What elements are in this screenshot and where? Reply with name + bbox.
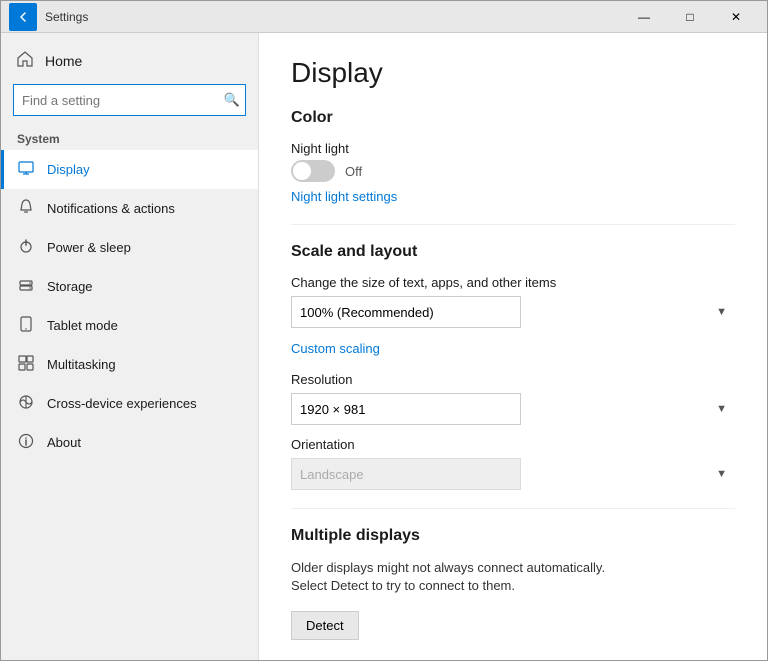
sidebar-item-cross-device[interactable]: Cross-device experiences [1,384,258,423]
adapter-link-wrapper: Display adapter properties [291,658,735,660]
custom-scaling-link[interactable]: Custom scaling [291,341,380,356]
power-icon [17,238,35,257]
toggle-knob [293,162,311,180]
storage-icon [17,277,35,296]
resolution-dropdown[interactable]: 1920 × 981 1920 × 1080 1280 × 720 [291,393,521,425]
divider-1 [291,224,735,225]
orientation-label: Orientation [291,437,735,452]
scale-dropdown-wrapper: 100% (Recommended) 125% 150% 175% ▼ [291,296,735,328]
sidebar-item-cross-device-label: Cross-device experiences [47,396,197,411]
resolution-label: Resolution [291,372,735,387]
night-light-settings-link[interactable]: Night light settings [291,189,397,204]
orientation-dropdown-wrapper: Landscape Portrait Landscape (flipped) P… [291,458,735,490]
sidebar-item-multitasking-label: Multitasking [47,357,116,372]
cross-device-icon [17,394,35,413]
tablet-icon [17,316,35,335]
home-label: Home [45,53,82,69]
about-icon [17,433,35,452]
sidebar-item-notifications-label: Notifications & actions [47,201,175,216]
sidebar-item-power[interactable]: Power & sleep [1,228,258,267]
scale-description: Change the size of text, apps, and other… [291,275,735,290]
display-icon [17,160,35,179]
resolution-group: Resolution 1920 × 981 1920 × 1080 1280 ×… [291,372,735,425]
sidebar-item-display-label: Display [47,162,90,177]
night-light-label: Night light [291,141,735,156]
display-adapter-link[interactable]: Display adapter properties [291,659,443,660]
resolution-dropdown-wrapper: 1920 × 981 1920 × 1080 1280 × 720 ▼ [291,393,735,425]
divider-2 [291,508,735,509]
search-icon: 🔍 [224,92,240,108]
sidebar-item-storage[interactable]: Storage [1,267,258,306]
sidebar-item-notifications[interactable]: Notifications & actions [1,189,258,228]
minimize-button[interactable]: — [621,1,667,33]
sidebar-item-storage-label: Storage [47,279,93,294]
scale-dropdown[interactable]: 100% (Recommended) 125% 150% 175% [291,296,521,328]
sidebar-item-power-label: Power & sleep [47,240,131,255]
orientation-dropdown[interactable]: Landscape Portrait Landscape (flipped) P… [291,458,521,490]
sidebar-item-display[interactable]: Display [1,150,258,189]
sidebar-item-tablet-label: Tablet mode [47,318,118,333]
back-button[interactable] [9,3,37,31]
home-icon [17,51,33,70]
window-controls: — □ ✕ [621,1,759,33]
sidebar-item-about[interactable]: About [1,423,258,462]
scale-dropdown-arrow: ▼ [716,306,727,318]
orientation-dropdown-arrow: ▼ [716,468,727,480]
night-light-toggle[interactable] [291,160,335,182]
content-area: Display Color Night light Off Night ligh… [259,33,767,660]
sidebar-item-multitasking[interactable]: Multitasking [1,345,258,384]
multiple-displays-section-title: Multiple displays [291,527,735,545]
orientation-group: Orientation Landscape Portrait Landscape… [291,437,735,490]
resolution-dropdown-arrow: ▼ [716,403,727,415]
sidebar-section-label: System [1,124,258,150]
window-title: Settings [45,10,621,24]
scale-section-title: Scale and layout [291,243,735,261]
sidebar-item-tablet[interactable]: Tablet mode [1,306,258,345]
sidebar: Home 🔍 System Display [1,33,259,660]
multiple-displays-text: Older displays might not always connect … [291,559,641,595]
maximize-button[interactable]: □ [667,1,713,33]
search-input[interactable] [13,84,246,116]
sidebar-search: 🔍 [13,84,246,116]
title-bar: Settings — □ ✕ [1,1,767,33]
close-button[interactable]: ✕ [713,1,759,33]
color-section-title: Color [291,109,735,127]
page-title: Display [291,57,735,89]
sidebar-item-about-label: About [47,435,81,450]
sidebar-item-home[interactable]: Home [1,41,258,80]
multitasking-icon [17,355,35,374]
notifications-icon [17,199,35,218]
night-light-state: Off [345,164,362,179]
detect-button[interactable]: Detect [291,611,359,640]
